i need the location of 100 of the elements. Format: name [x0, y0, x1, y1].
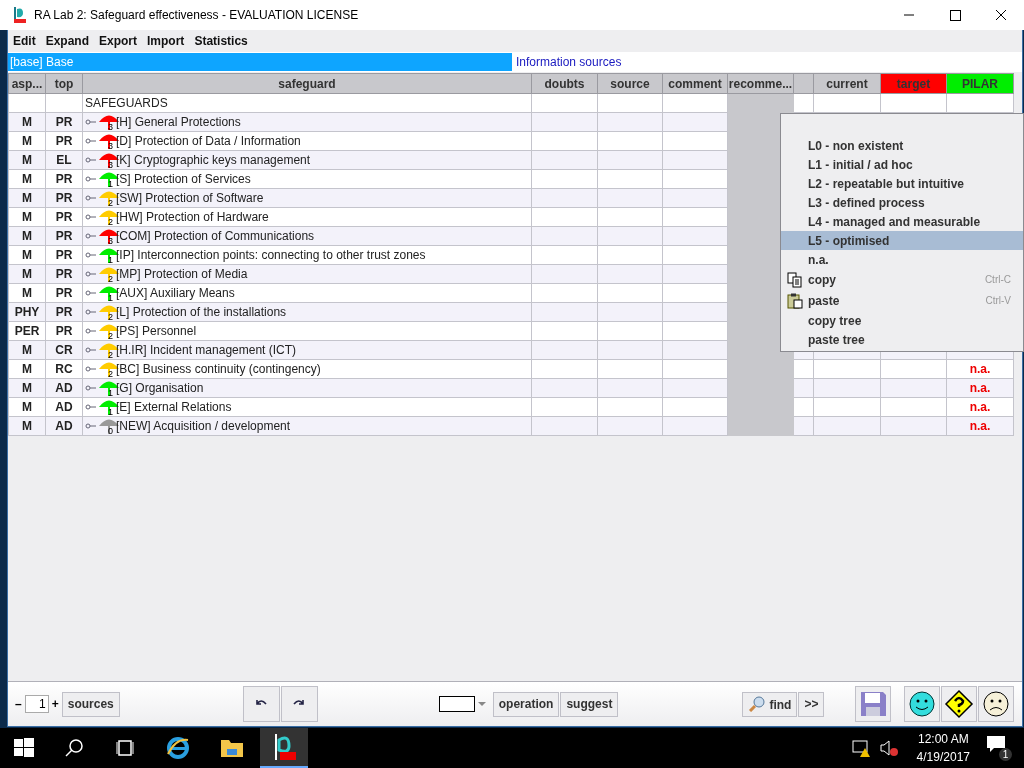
menu-item[interactable]: Export — [94, 33, 143, 48]
menu-item[interactable]: copy Ctrl-C — [781, 269, 1023, 290]
sources-button[interactable]: sources — [61, 691, 120, 717]
safeguard-name[interactable]: [H.IR] Incident management (ICT) — [116, 343, 297, 357]
key-icon — [85, 251, 97, 259]
menu-item[interactable]: paste tree — [781, 330, 1023, 349]
table-cell: PR — [45, 169, 83, 189]
safeguard-name[interactable]: [SW] Protection of Software — [116, 191, 264, 205]
table-cell: M — [8, 207, 46, 227]
task-view-icon[interactable] — [114, 739, 136, 757]
key-icon — [85, 194, 97, 202]
safeguard-name[interactable]: [IP] Interconnection points: connecting to other trust zones — [116, 248, 426, 262]
pilar-value: n.a. — [969, 419, 991, 433]
table-cell: PR — [45, 283, 83, 303]
browser-icon[interactable] — [166, 736, 190, 760]
safeguard-name[interactable]: [S] Protection of Services — [116, 172, 251, 186]
column-header[interactable]: recomme... — [727, 73, 794, 94]
save-button[interactable] — [855, 686, 892, 722]
table-cell: PR — [45, 245, 83, 265]
table-cell: PR — [45, 131, 83, 151]
safeguard-name[interactable]: [G] Organisation — [116, 381, 204, 395]
folder-icon[interactable] — [220, 738, 244, 758]
column-header[interactable]: top — [45, 73, 83, 94]
menu-item[interactable]: Import — [142, 33, 190, 48]
pilar-value: n.a. — [969, 381, 991, 395]
decrement-button[interactable]: – — [12, 697, 25, 711]
maturity-level: 2 — [108, 350, 114, 360]
redo-button[interactable] — [280, 686, 318, 722]
clock[interactable]: 12:00 AM 4/19/2017 — [916, 730, 970, 766]
table-cell: M — [8, 245, 46, 265]
copy-icon — [786, 271, 803, 288]
operation-button[interactable]: operation — [492, 691, 560, 717]
column-header[interactable]: current — [813, 73, 881, 94]
volume-muted-icon[interactable] — [878, 738, 901, 758]
key-icon — [85, 232, 97, 240]
information-sources-link[interactable]: Information sources — [512, 55, 622, 69]
dropdown[interactable] — [438, 696, 489, 712]
menu-item[interactable]: copy tree — [781, 311, 1023, 330]
safeguard-name[interactable]: [HW] Protection of Hardware — [116, 210, 269, 224]
pilar-value: n.a. — [969, 400, 991, 414]
column-header[interactable]: comment — [662, 73, 728, 94]
key-icon — [85, 346, 97, 354]
key-icon — [85, 327, 97, 335]
menu-item[interactable]: Expand — [40, 33, 94, 48]
safeguard-name[interactable]: [L] Protection of the installations — [116, 305, 287, 319]
safeguard-name[interactable]: [AUX] Auxiliary Means — [116, 286, 235, 300]
increment-button[interactable]: + — [48, 697, 62, 711]
undo-icon — [254, 698, 269, 708]
maturity-level: 1 — [108, 293, 114, 303]
column-header[interactable]: PILAR — [946, 73, 1014, 94]
table-cell: M — [8, 169, 46, 189]
sad-face-button[interactable] — [978, 686, 1015, 722]
suggest-button[interactable]: suggest — [560, 691, 619, 717]
maturity-level: 2 — [108, 369, 114, 379]
menu-item[interactable]: L3 - defined process — [781, 193, 1023, 212]
menu-item[interactable]: L1 - initial / ad hoc — [781, 155, 1023, 174]
maturity-level: 2 — [108, 331, 114, 341]
safeguard-name[interactable]: [H] General Protections — [116, 115, 241, 129]
safeguard-name[interactable]: [NEW] Acquisition / development — [116, 419, 291, 433]
pilar-value: n.a. — [969, 362, 991, 376]
menu-item[interactable]: L2 - repeatable but intuitive — [781, 174, 1023, 193]
maturity-level: 1 — [108, 255, 114, 265]
search-icon[interactable] — [64, 738, 84, 758]
safeguard-name[interactable]: [E] External Relations — [116, 400, 232, 414]
network-warning-icon[interactable] — [850, 738, 873, 758]
more-button[interactable]: >> — [798, 691, 825, 717]
safeguard-name[interactable]: [D] Protection of Data / Information — [116, 134, 301, 148]
column-header[interactable]: doubts — [531, 73, 598, 94]
menu-item[interactable]: L5 - optimised — [781, 231, 1023, 250]
paste-icon — [786, 292, 803, 309]
safeguard-name[interactable]: [K] Cryptographic keys management — [116, 153, 311, 167]
maturity-level: 0 — [108, 426, 114, 436]
page-field[interactable]: 1 — [24, 695, 49, 713]
safeguard-name[interactable]: [BC] Business continuity (contingency) — [116, 362, 321, 376]
safeguard-name[interactable]: [PS] Personnel — [116, 324, 197, 338]
safeguard-name[interactable]: [COM] Protection of Communications — [116, 229, 315, 243]
help-button[interactable] — [941, 686, 978, 722]
table-cell: M — [8, 283, 46, 303]
maturity-level: 1 — [108, 407, 114, 417]
maturity-level: 2 — [108, 198, 114, 208]
menu-item[interactable]: Statistics — [189, 33, 253, 48]
menu-item[interactable]: paste Ctrl-V — [781, 290, 1023, 311]
safeguard-name[interactable]: [MP] Protection of Media — [116, 267, 248, 281]
column-header[interactable]: safeguard — [82, 73, 532, 94]
column-header[interactable]: source — [597, 73, 663, 94]
find-button[interactable]: find — [742, 691, 798, 717]
smile-button[interactable] — [904, 686, 941, 722]
menu-item[interactable]: n.a. — [781, 250, 1023, 269]
column-header[interactable]: asp... — [8, 73, 46, 94]
key-icon — [85, 156, 97, 164]
taskbar-app-button[interactable] — [260, 728, 308, 768]
maturity-level: 1 — [108, 179, 114, 189]
key-icon — [85, 365, 97, 373]
undo-button[interactable] — [242, 686, 280, 722]
start-button[interactable] — [14, 738, 34, 758]
notifications-button[interactable]: 1 — [986, 735, 1012, 761]
menu-item[interactable]: L4 - managed and measurable — [781, 212, 1023, 231]
menu-item[interactable]: L0 - non existent — [781, 136, 1023, 155]
table-cell: M — [8, 397, 46, 417]
menu-item[interactable]: Edit — [8, 33, 41, 48]
